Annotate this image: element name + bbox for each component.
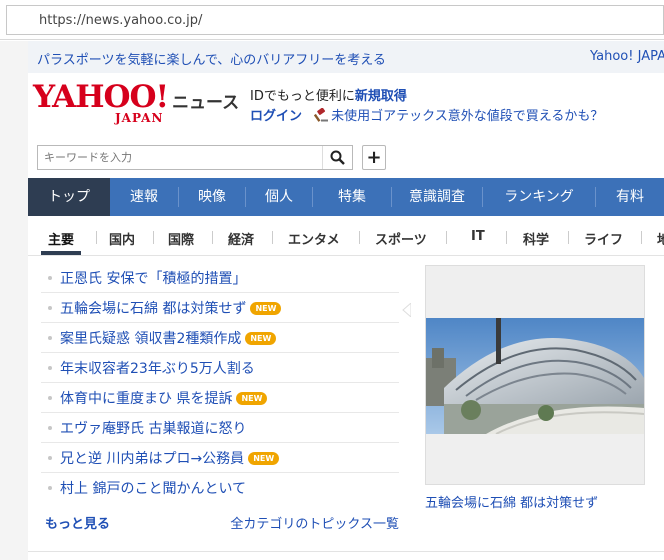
yahoo-japan-link[interactable]: Yahoo! JAPAN [590,49,664,64]
main-nav: トップ 速報 映像 個人 特集 意識調査 ランキング 有料 [28,178,664,216]
topic-item[interactable]: 体育中に重度まひ 県を提訴 NEW [41,383,399,413]
topic-bullet [48,456,52,460]
auction-gavel-icon [314,108,329,122]
nav-tab-paid[interactable]: 有料 [596,178,664,216]
nav-tab-breaking[interactable]: 速報 [110,178,178,216]
nav-tab-individual[interactable]: 個人 [246,178,312,216]
url-field[interactable]: https://news.yahoo.co.jp/ [6,5,664,35]
category-divider [212,231,213,244]
page-content: パラスポーツを気軽に楽しんで、心のバリアフリーを考える Yahoo! JAPAN… [28,41,664,560]
category-divider [506,231,507,244]
category-divider [568,231,569,244]
search-icon [330,150,345,165]
category-tab-it[interactable]: IT [471,229,485,244]
topic-item[interactable]: エヴァ庵野氏 古巣報道に怒り [41,413,399,443]
topics-footer: もっと見る 全カテゴリのトピックス一覧 [41,511,399,533]
id-prompt: IDでもっと便利に [250,89,355,104]
nav-tab-survey[interactable]: 意識調査 [392,178,482,216]
register-line: IDでもっと便利に新規取得 [250,85,407,104]
topic-item[interactable]: 年末収容者23年ぶり5万人割る [41,353,399,383]
category-tab-domestic[interactable]: 国内 [109,229,135,248]
topic-title[interactable]: 年末収容者23年ぶり5万人割る [60,358,255,378]
topic-title[interactable]: 五輪会場に石綿 都は対策せず NEW [60,298,282,318]
yahoo-japan-logo[interactable]: YAHOO! JAPAN [33,81,173,125]
category-tab-science[interactable]: 科学 [523,229,549,248]
topic-item[interactable]: 五輪会場に石綿 都は対策せず NEW [41,293,399,323]
topic-item[interactable]: 村上 錦戸のこと聞かんといて [41,473,399,503]
browser-address-bar: https://news.yahoo.co.jp/ [0,0,664,40]
register-link[interactable]: 新規取得 [355,89,407,104]
topic-bullet [48,396,52,400]
topic-item[interactable]: 正恩氏 安保で「積極的措置」 [41,263,399,293]
search-box [37,145,353,170]
topic-title[interactable]: 案里氏疑惑 領収書2種類作成 NEW [60,328,277,348]
category-tab-life[interactable]: ライフ [584,229,623,248]
new-badge: NEW [245,332,277,345]
category-divider [272,231,273,244]
category-tab-entertainment[interactable]: エンタメ [288,229,340,248]
photo-caption[interactable]: 五輪会場に石綿 都は対策せず [425,492,598,511]
topic-pointer-icon [402,303,411,317]
category-tab-sports[interactable]: スポーツ [375,229,427,248]
topic-bullet [48,336,52,340]
category-tab-main[interactable]: 主要 [48,229,74,248]
feature-photo[interactable] [425,265,645,485]
topic-title[interactable]: 村上 錦戸のこと聞かんといて [60,478,246,498]
promo-bar: パラスポーツを気軽に楽しんで、心のバリアフリーを考える Yahoo! JAPAN [28,41,664,73]
url-text: https://news.yahoo.co.jp/ [39,13,203,28]
service-name: ニュース [172,93,240,113]
nav-tab-top[interactable]: トップ [28,178,110,216]
topic-title[interactable]: 兄と逆 川内弟はプロ→公務員 NEW [60,448,280,468]
nav-tab-features[interactable]: 特集 [313,178,391,216]
promo-link[interactable]: パラスポーツを気軽に楽しんで、心のバリアフリーを考える [37,49,386,68]
new-badge: NEW [236,392,268,405]
topic-title[interactable]: エヴァ庵野氏 古巣報道に怒り [60,418,246,438]
auction-ad-link[interactable]: 未使用ゴアテックス意外な値段で買えるかも？ [331,109,603,124]
search-button[interactable] [322,146,352,169]
category-divider [446,231,447,244]
new-badge: NEW [248,452,280,465]
category-divider [641,231,642,244]
topic-bullet [48,276,52,280]
nav-tab-video[interactable]: 映像 [179,178,245,216]
category-tab-world[interactable]: 国際 [168,229,194,248]
topic-bullet [48,306,52,310]
more-link[interactable]: もっと見る [45,513,110,532]
topic-title[interactable]: 正恩氏 安保で「積極的措置」 [60,268,246,288]
login-line: ログイン 未使用ゴアテックス意外な値段で買えるかも？ [250,105,603,124]
add-button[interactable]: + [362,145,386,170]
active-category-indicator [41,251,81,255]
nav-tab-ranking[interactable]: ランキング [483,178,595,216]
category-divider [96,231,97,244]
search-input[interactable] [38,146,321,169]
topic-item[interactable]: 兄と逆 川内弟はプロ→公務員 NEW [41,443,399,473]
logo-sub: JAPAN [115,111,164,125]
new-badge: NEW [250,302,282,315]
stadium-photo [426,318,644,434]
topic-bullet [48,426,52,430]
category-tab-local[interactable]: 地域 [657,229,664,248]
topic-bullet [48,486,52,490]
topic-item[interactable]: 案里氏疑惑 領収書2種類作成 NEW [41,323,399,353]
topic-title[interactable]: 体育中に重度まひ 県を提訴 NEW [60,388,268,408]
category-divider [153,231,154,244]
category-tab-economy[interactable]: 経済 [228,229,254,248]
login-link[interactable]: ログイン [250,109,302,124]
page: パラスポーツを気軽に楽しんで、心のバリアフリーを考える Yahoo! JAPAN… [0,41,664,560]
logo-wordmark: YAHOO! [33,79,169,115]
category-nav: 主要 国内 国際 経済 エンタメ スポーツ IT 科学 ライフ 地域 [28,216,664,256]
all-categories-link[interactable]: 全カテゴリのトピックス一覧 [230,513,399,532]
section-divider [28,551,664,552]
topic-bullet [48,366,52,370]
category-divider [359,231,360,244]
